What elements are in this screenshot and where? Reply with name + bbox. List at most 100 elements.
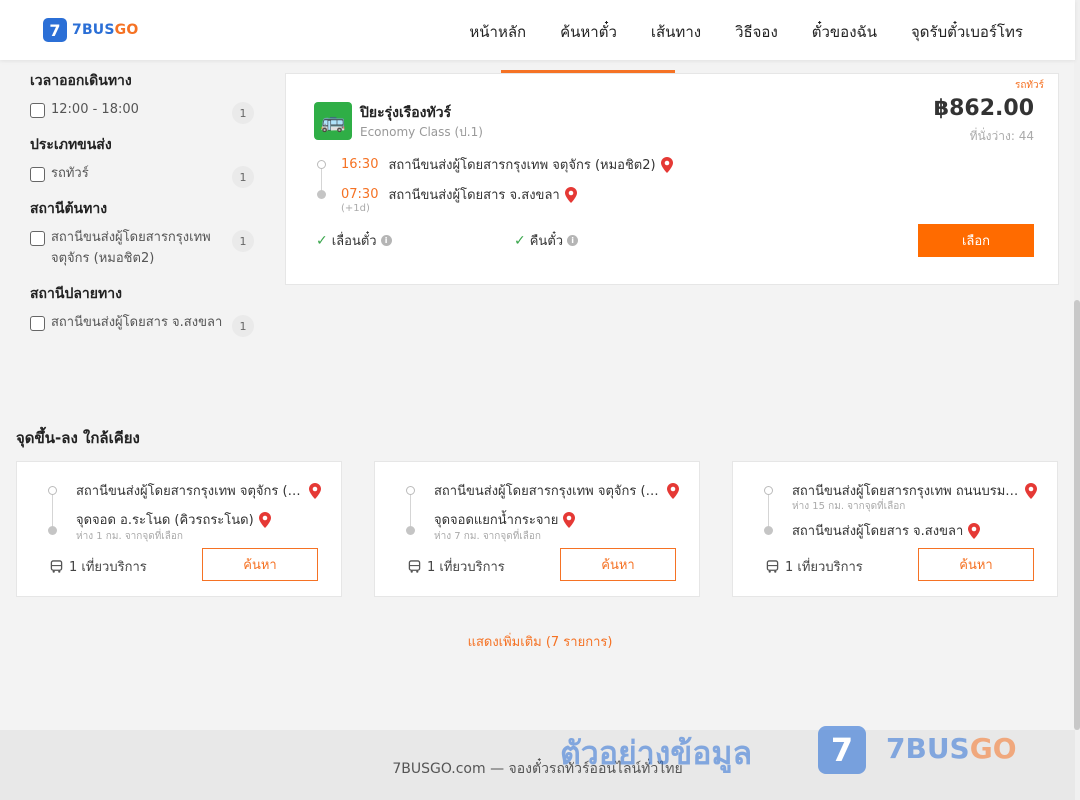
filter-destination-station: สถานีปลายทาง สถานีขนส่งผู้โดยสาร จ.สงขลา…	[30, 283, 260, 337]
nav-ticket-points[interactable]: จุดรับตั๋วเบอร์โทร	[911, 20, 1023, 44]
nav-my-tickets[interactable]: ตั๋วของฉัน	[812, 20, 877, 44]
logo-text: 7BUSGO	[72, 22, 138, 38]
nearby-from-station: สถานีขนส่งผู้โดยสารกรุงเทพ ถนนบรมราชชนนี	[792, 484, 1020, 499]
arrival-station: สถานีขนส่งผู้โดยสาร จ.สงขลา	[388, 188, 560, 203]
watermark-logo-badge: 7	[818, 726, 866, 774]
filter-option-label[interactable]: สถานีขนส่งผู้โดยสาร จ.สงขลา	[51, 312, 226, 333]
nearby-card: สถานีขนส่งผู้โดยสารกรุงเทพ จตุจักร (หมอช…	[374, 461, 700, 597]
map-pin-icon[interactable]	[968, 522, 981, 539]
filter-origin-station: สถานีต้นทาง สถานีขนส่งผู้โดยสารกรุงเทพ จ…	[30, 198, 260, 269]
filter-transport-type: ประเภทขนส่ง รถทัวร์ 1	[30, 134, 260, 188]
nav-routes[interactable]: เส้นทาง	[651, 20, 701, 44]
arrival-time: 07:30	[341, 187, 379, 202]
filter-option[interactable]: สถานีขนส่งผู้โดยสารกรุงเทพ จตุจักร (หมอช…	[30, 230, 260, 269]
policy-refund-label: คืนตั๋ว	[529, 234, 564, 249]
filter-title: เวลาออกเดินทาง	[30, 73, 132, 89]
nearby-card: สถานีขนส่งผู้โดยสารกรุงเทพ ถนนบรมราชชนนี…	[732, 461, 1058, 597]
timeline-end-dot	[406, 526, 415, 535]
bus-icon	[408, 560, 421, 573]
timeline-line	[768, 492, 769, 528]
trip-count-label: 1 เที่ยวบริการ	[69, 560, 147, 575]
timeline-start-dot	[48, 486, 57, 495]
nav-home[interactable]: หน้าหลัก	[469, 20, 526, 44]
page-scrollbar[interactable]	[1074, 0, 1080, 800]
info-icon[interactable]: i	[567, 235, 579, 246]
map-pin-icon[interactable]	[667, 482, 679, 499]
filter-checkbox[interactable]	[30, 103, 45, 118]
watermark-brand-bus: 7BUS	[886, 732, 970, 765]
trip-count: 1 เที่ยวบริการ	[766, 556, 863, 577]
bus-icon	[766, 560, 779, 573]
filter-checkbox[interactable]	[30, 316, 45, 331]
filter-checkbox[interactable]	[30, 231, 45, 246]
trip-count: 1 เที่ยวบริการ	[50, 556, 147, 577]
filter-checkbox[interactable]	[30, 167, 45, 182]
top-header: 7 7BUSGO หน้าหลัก ค้นหาตั๋ว เส้นทาง วิธี…	[0, 0, 1075, 60]
filter-option-label[interactable]: 12:00 - 18:00	[51, 99, 226, 120]
bus-icon: 🚌	[320, 109, 346, 133]
filter-departure-time: เวลาออกเดินทาง 12:00 - 18:00 1	[30, 70, 260, 124]
filter-count-badge: 1	[232, 315, 254, 337]
map-pin-icon[interactable]	[564, 186, 577, 203]
filter-option[interactable]: รถทัวร์ 1	[30, 163, 260, 188]
seats-available: ที่นั่งว่าง: 44	[969, 129, 1034, 143]
filter-option-label[interactable]: สถานีขนส่งผู้โดยสารกรุงเทพ จตุจักร (หมอช…	[51, 227, 226, 269]
nearby-search-button[interactable]: ค้นหา	[202, 548, 318, 581]
nearby-from: สถานีขนส่งผู้โดยสารกรุงเทพ ถนนบรมราชชนนี	[792, 480, 1037, 501]
timeline-end-dot	[764, 526, 773, 535]
nearby-search-button[interactable]: ค้นหา	[560, 548, 676, 581]
nearby-to: จุดจอด อ.ระโนด (คิวรถระโนด)	[76, 509, 271, 530]
timeline-line	[52, 492, 53, 528]
info-icon[interactable]: i	[380, 235, 392, 246]
nearby-search-button[interactable]: ค้นหา	[918, 548, 1034, 581]
next-day-label: (+1d)	[341, 203, 370, 214]
departure-stop: 16:30 สถานีขนส่งผู้โดยสารกรุงเทพ จตุจักร…	[341, 154, 673, 175]
logo-badge: 7	[43, 18, 67, 42]
site-logo[interactable]: 7 7BUSGO	[43, 18, 138, 42]
seat-class: Economy Class (ป.1)	[360, 125, 483, 139]
logo-text-go: GO	[114, 22, 139, 38]
departure-station: สถานีขนส่งผู้โดยสารกรุงเทพ จตุจักร (หมอช…	[388, 158, 656, 173]
nearby-stops-title: จุดขึ้น-ลง ใกล้เคียง	[16, 429, 140, 447]
operator-name: ปิยะรุ่งเรืองทัวร์	[360, 105, 452, 121]
nearby-to: จุดจอดแยกน้ำกระจาย	[434, 509, 576, 530]
timeline-start-dot	[317, 160, 326, 169]
bus-icon	[50, 560, 63, 573]
nav-search-ticket[interactable]: ค้นหาตั๋ว	[560, 20, 617, 44]
timeline-start-dot	[406, 486, 415, 495]
main-nav: หน้าหลัก ค้นหาตั๋ว เส้นทาง วิธีจอง ตั๋วข…	[469, 20, 1023, 44]
map-pin-icon[interactable]	[309, 482, 321, 499]
nearby-to-station: จุดจอดแยกน้ำกระจาย	[434, 513, 559, 528]
trip-count: 1 เที่ยวบริการ	[408, 556, 505, 577]
nearby-from: สถานีขนส่งผู้โดยสารกรุงเทพ จตุจักร (หมอช…	[76, 480, 321, 501]
scrollbar-thumb[interactable]	[1074, 300, 1080, 730]
filter-panel: เวลาออกเดินทาง 12:00 - 18:00 1 ประเภทขนส…	[30, 70, 260, 347]
filter-title: สถานีปลายทาง	[30, 286, 122, 302]
arrival-stop: 07:30 สถานีขนส่งผู้โดยสาร จ.สงขลา	[341, 184, 577, 205]
departure-time: 16:30	[341, 157, 379, 172]
logo-text-bus: 7BUS	[72, 22, 115, 38]
map-pin-icon[interactable]	[660, 156, 673, 173]
filter-count-badge: 1	[232, 102, 254, 124]
map-pin-icon[interactable]	[1025, 482, 1037, 499]
map-pin-icon[interactable]	[258, 511, 271, 528]
nearby-from-station: สถานีขนส่งผู้โดยสารกรุงเทพ จตุจักร (หมอช…	[434, 484, 662, 499]
filter-title: สถานีต้นทาง	[30, 201, 108, 217]
filter-option-label[interactable]: รถทัวร์	[51, 163, 226, 184]
timeline-end-dot	[317, 190, 326, 199]
nav-how-to-book[interactable]: วิธีจอง	[735, 20, 778, 44]
select-trip-button[interactable]: เลือก	[918, 224, 1034, 257]
filter-option[interactable]: สถานีขนส่งผู้โดยสาร จ.สงขลา 1	[30, 312, 260, 337]
refund-ticket-policy: ✓ คืนตั๋ว i	[514, 230, 579, 251]
distance-note: ห่าง 1 กม. จากจุดที่เลือก	[76, 531, 183, 542]
show-more-row: แสดงเพิ่มเติม (7 รายการ)	[0, 631, 1080, 652]
change-ticket-policy: ✓ เลื่อนตั๋ว i	[316, 230, 392, 251]
filter-option[interactable]: 12:00 - 18:00 1	[30, 99, 260, 124]
timeline-start-dot	[764, 486, 773, 495]
nearby-from-station: สถานีขนส่งผู้โดยสารกรุงเทพ จตุจักร (หมอช…	[76, 484, 304, 499]
map-pin-icon[interactable]	[563, 511, 576, 528]
nearby-card: สถานีขนส่งผู้โดยสารกรุงเทพ จตุจักร (หมอช…	[16, 461, 342, 597]
check-icon: ✓	[514, 232, 526, 249]
distance-note: ห่าง 15 กม. จากจุดที่เลือก	[792, 501, 906, 512]
show-more-link[interactable]: แสดงเพิ่มเติม (7 รายการ)	[468, 635, 613, 650]
